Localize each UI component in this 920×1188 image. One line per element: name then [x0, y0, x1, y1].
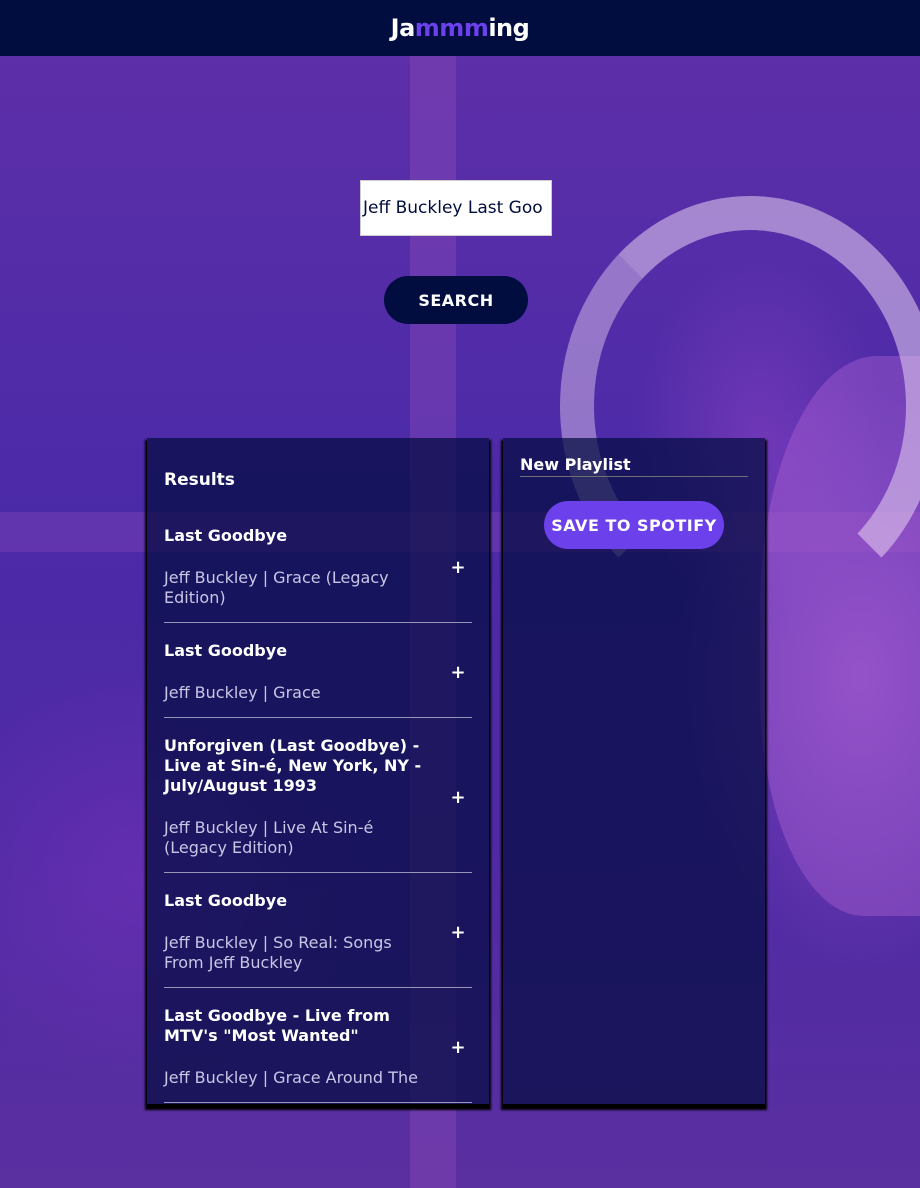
add-track-button[interactable]: +	[446, 1037, 470, 1058]
track-row: Last Goodbye Jeff Buckley | So Real: Son…	[164, 891, 472, 988]
track-info: Last Goodbye Jeff Buckley | So Real: Son…	[164, 891, 424, 973]
track-row: Last Goodbye Jeff Buckley | Grace (Legac…	[164, 526, 472, 623]
track-info: Last Goodbye - Live from MTV's "Most Wan…	[164, 1006, 424, 1088]
search-button[interactable]: SEARCH	[384, 276, 528, 324]
search-input[interactable]: Jeff Buckley Last Goo	[360, 180, 552, 236]
track-info: Last Goodbye Jeff Buckley | Grace (Legac…	[164, 526, 424, 608]
track-name: Last Goodbye	[164, 891, 288, 910]
playlist-name-input[interactable]: New Playlist	[520, 455, 748, 477]
track-name: Last Goodbye - Live from MTV's "Most Wan…	[164, 1006, 390, 1045]
playlist-panel: New Playlist SAVE TO SPOTIFY	[503, 438, 765, 1104]
add-track-button[interactable]: +	[446, 787, 470, 808]
track-row: Last Goodbye - Live from MTV's "Most Wan…	[164, 1006, 472, 1103]
add-track-button[interactable]: +	[446, 922, 470, 943]
app-header: Jammming	[0, 0, 920, 56]
logo-prefix: Ja	[390, 14, 416, 42]
track-artist-album: Jeff Buckley | Grace (Legacy Edition)	[164, 568, 389, 607]
track-info: Unforgiven (Last Goodbye) - Live at Sin-…	[164, 736, 424, 858]
track-name: Last Goodbye	[164, 526, 288, 545]
logo-suffix: ing	[488, 14, 530, 42]
search-results-panel: Results Last Goodbye Jeff Buckley | Grac…	[147, 438, 489, 1104]
app-logo: Jammming	[391, 14, 530, 42]
track-artist-album: Jeff Buckley | Grace Around The	[164, 1068, 418, 1087]
logo-accent: mmm	[414, 14, 489, 42]
track-name: Unforgiven (Last Goodbye) - Live at Sin-…	[164, 736, 422, 795]
track-info: Last Goodbye Jeff Buckley | Grace	[164, 641, 424, 703]
add-track-button[interactable]: +	[446, 557, 470, 578]
save-to-spotify-button[interactable]: SAVE TO SPOTIFY	[544, 501, 724, 549]
track-row: Last Goodbye Jeff Buckley | Grace +	[164, 641, 472, 718]
add-track-button[interactable]: +	[446, 662, 470, 683]
track-artist-album: Jeff Buckley | Grace	[164, 683, 321, 702]
track-artist-album: Jeff Buckley | So Real: Songs From Jeff …	[164, 933, 392, 972]
track-name: Last Goodbye	[164, 641, 288, 660]
track-row: Unforgiven (Last Goodbye) - Live at Sin-…	[164, 736, 472, 873]
track-artist-album: Jeff Buckley | Live At Sin-é (Legacy Edi…	[164, 818, 374, 857]
results-title: Results	[164, 470, 235, 490]
